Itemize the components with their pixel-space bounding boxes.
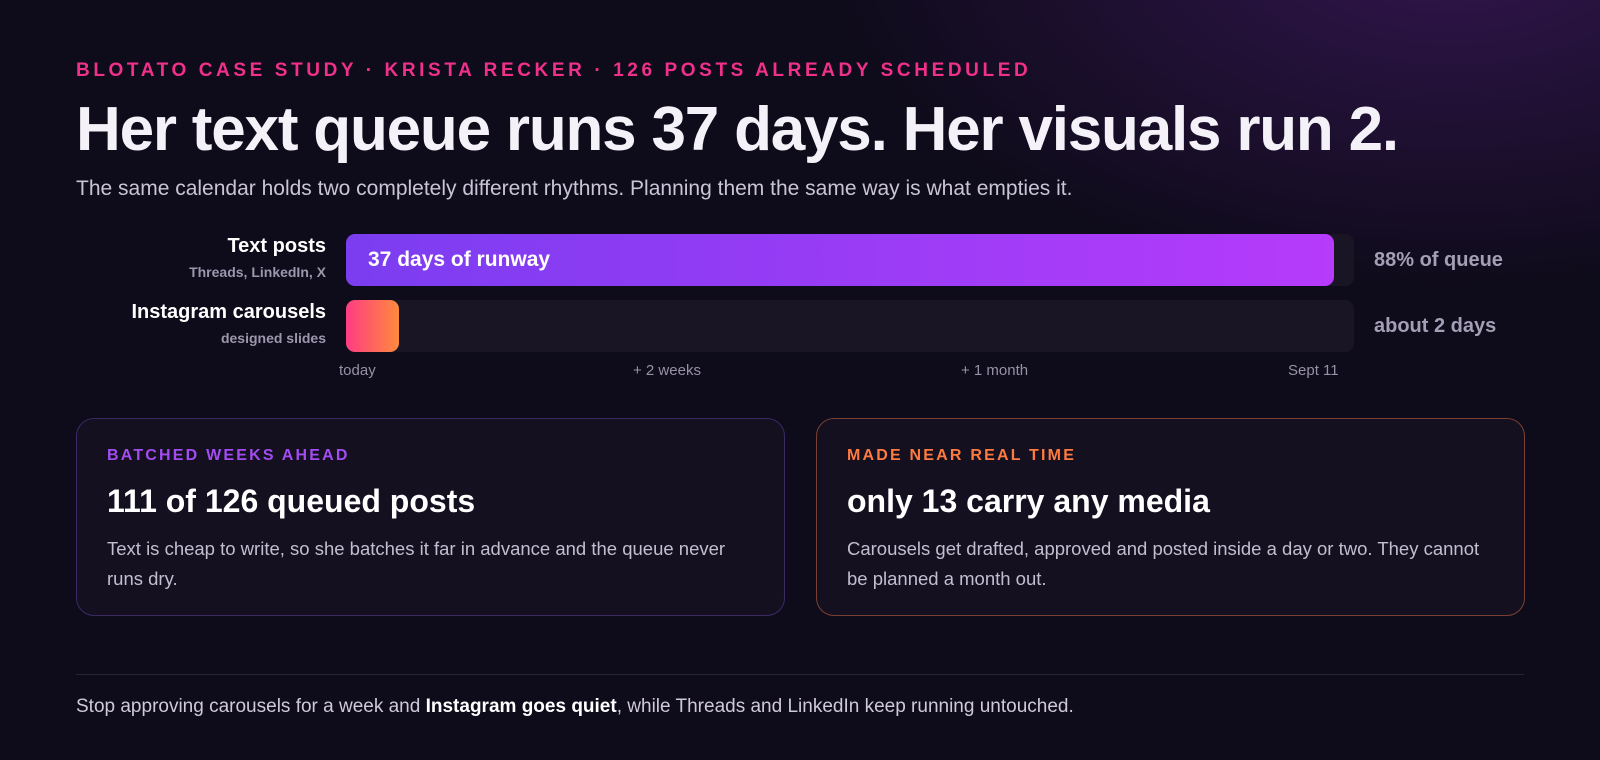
batched-card-title: 111 of 126 queued posts xyxy=(107,483,476,519)
footer-note: Stop approving carousels for a week and … xyxy=(76,696,1074,718)
text-posts-label: Text posts Threads, LinkedIn, X xyxy=(76,235,326,280)
batched-card-eyebrow: BATCHED WEEKS AHEAD xyxy=(107,447,350,464)
text-posts-share-stat: 88% of queue xyxy=(1374,249,1503,271)
case-study-page: BLOTATO CASE STUDY · KRISTA RECKER · 126… xyxy=(76,0,1525,760)
tick-one-month: + 1 month xyxy=(961,362,1029,379)
carousels-runway-track xyxy=(346,300,1354,352)
case-study-eyebrow: BLOTATO CASE STUDY · KRISTA RECKER · 126… xyxy=(76,60,1032,81)
footer-emphasis: Instagram goes quiet xyxy=(425,696,617,717)
real-time-card-title: only 13 carry any media xyxy=(847,483,1210,519)
page-subtitle: The same calendar holds two completely d… xyxy=(76,177,1073,200)
batched-card: BATCHED WEEKS AHEAD 111 of 126 queued po… xyxy=(76,418,785,616)
footer-text-before: Stop approving carousels for a week and xyxy=(76,696,426,717)
carousels-runway-stat: about 2 days xyxy=(1374,315,1497,337)
carousels-runway-bar xyxy=(346,300,399,352)
real-time-card: MADE NEAR REAL TIME only 13 carry any me… xyxy=(816,418,1525,616)
footer-divider xyxy=(76,674,1524,675)
tick-two-weeks: + 2 weeks xyxy=(633,362,701,379)
text-posts-title: Text posts xyxy=(227,235,326,257)
text-posts-runway-track: 37 days of runway xyxy=(346,234,1354,286)
footer-text-after: , while Threads and LinkedIn keep runnin… xyxy=(616,696,1074,717)
text-posts-platforms: Threads, LinkedIn, X xyxy=(189,264,326,280)
real-time-card-body: Carousels get drafted, approved and post… xyxy=(847,538,1480,589)
carousels-subtitle: designed slides xyxy=(220,330,326,346)
real-time-card-eyebrow: MADE NEAR REAL TIME xyxy=(847,447,1077,464)
batched-card-body: Text is cheap to write, so she batches i… xyxy=(107,538,726,589)
tick-today: today xyxy=(339,362,376,379)
page-title: Her text queue runs 37 days. Her visuals… xyxy=(76,95,1399,164)
carousels-title: Instagram carousels xyxy=(131,301,326,323)
tick-end-date: Sept 11 xyxy=(1288,362,1339,379)
carousels-label: Instagram carousels designed slides xyxy=(76,301,326,346)
text-posts-runway-label: 37 days of runway xyxy=(368,248,551,271)
text-posts-runway-bar: 37 days of runway xyxy=(346,234,1334,286)
